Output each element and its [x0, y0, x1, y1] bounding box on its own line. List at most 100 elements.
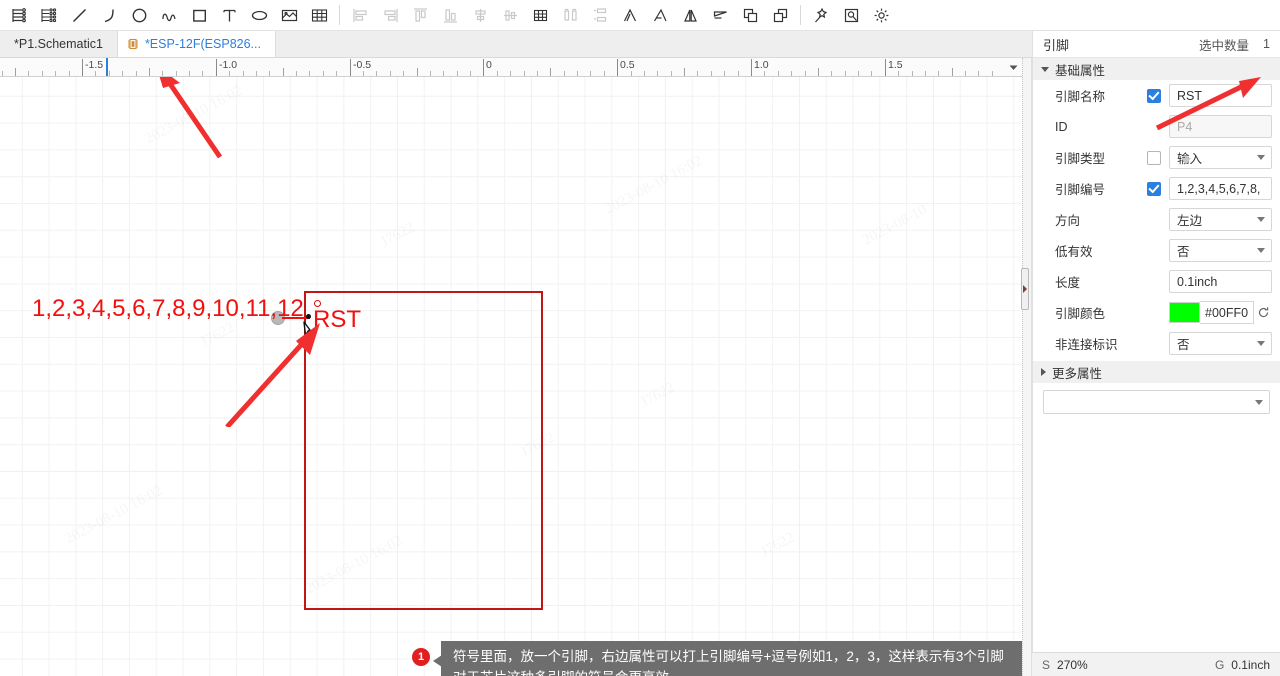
pin-group-icon[interactable] [34, 2, 64, 29]
input-pin-length[interactable]: 0.1inch [1169, 270, 1272, 293]
checkbox-pin-type-visible[interactable] [1147, 150, 1161, 165]
row-pin-id: ID P4 [1033, 111, 1280, 142]
align-center-horizontal-icon[interactable] [465, 2, 495, 29]
selected-count-value: 1 [1263, 37, 1270, 51]
section-basic-properties[interactable]: 基础属性 [1033, 58, 1280, 80]
field-collapse-indicator-icon [1181, 158, 1191, 164]
ruler-minor-tick [95, 71, 96, 76]
select-pin-no-connect[interactable]: 否 [1169, 332, 1272, 355]
checkbox-pin-number-visible[interactable] [1147, 181, 1161, 196]
input-pin-color-hex[interactable]: #00FF0 [1200, 301, 1254, 324]
ruler-minor-tick [818, 68, 819, 76]
align-top-icon[interactable] [405, 2, 435, 29]
input-pin-name[interactable]: RST [1169, 84, 1272, 107]
ruler-minor-tick [657, 71, 658, 76]
inspect-icon[interactable] [836, 2, 866, 29]
ruler-minor-tick [363, 71, 364, 76]
select-more-property[interactable] [1043, 390, 1270, 414]
send-back-icon[interactable] [765, 2, 795, 29]
ruler-minor-tick [524, 71, 525, 76]
rotate-right-icon[interactable] [645, 2, 675, 29]
rotate-left-icon[interactable] [615, 2, 645, 29]
tab-label: *P1.Schematic1 [14, 37, 103, 51]
reset-color-icon[interactable] [1254, 306, 1272, 319]
ruler-minor-tick [109, 71, 110, 76]
ruler-minor-tick [256, 71, 257, 76]
symbol-body-rectangle[interactable] [304, 291, 543, 610]
select-pin-direction[interactable]: 左边 [1169, 208, 1272, 231]
flip-horizontal-icon[interactable] [675, 2, 705, 29]
input-pin-number[interactable]: 1,2,3,4,5,6,7,8, [1169, 177, 1272, 200]
panel-splitter[interactable] [1022, 58, 1032, 676]
schematic-canvas[interactable]: 2023-08-10 16:02 2023-08-10 16:02 J7622 … [0, 77, 1022, 676]
align-left-icon[interactable] [345, 2, 375, 29]
chevron-right-icon [1041, 368, 1046, 376]
magic-wand-icon[interactable] [806, 2, 836, 29]
distribute-horizontal-icon[interactable] [555, 2, 585, 29]
align-right-icon[interactable] [375, 2, 405, 29]
ruler-minor-tick [791, 71, 792, 76]
ruler-minor-tick [604, 71, 605, 76]
bring-front-icon[interactable] [735, 2, 765, 29]
ruler-minor-tick [390, 71, 391, 76]
align-bottom-icon[interactable] [435, 2, 465, 29]
ruler-minor-tick [417, 68, 418, 76]
properties-panel-header: 引脚 选中数量 1 [1033, 31, 1280, 58]
ruler-label: -1.5 [85, 59, 104, 71]
pin-name-label: RST [313, 306, 361, 333]
settings-gear-icon[interactable] [866, 2, 896, 29]
arc-icon[interactable] [94, 2, 124, 29]
label-pin-number: 引脚编号 [1055, 183, 1106, 197]
label-pin-type: 引脚类型 [1055, 152, 1106, 166]
ruler-minor-tick [28, 71, 29, 76]
ruler-minor-tick [898, 71, 899, 76]
polyline-icon[interactable] [154, 2, 184, 29]
ruler-minor-tick [42, 71, 43, 76]
status-bar: S 270% G 0.1inch [1032, 652, 1280, 676]
ruler-minor-tick [176, 71, 177, 76]
ellipse-icon[interactable] [244, 2, 274, 29]
ruler-options-icon[interactable] [1004, 58, 1022, 77]
rectangle-icon[interactable] [184, 2, 214, 29]
row-pin-no-connect: 非连接标识 否 [1033, 328, 1280, 359]
row-pin-color: 引脚颜色 #00FF0 [1033, 297, 1280, 328]
text-icon[interactable] [214, 2, 244, 29]
circle-icon[interactable] [124, 2, 154, 29]
ruler-minor-tick [711, 71, 712, 76]
ruler-minor-tick [283, 68, 284, 76]
ruler-minor-tick [697, 71, 698, 76]
panel-collapse-handle[interactable] [1021, 268, 1029, 310]
ruler-label: 0 [486, 59, 492, 71]
toolbar-separator-2 [800, 5, 801, 25]
chevron-down-icon [1257, 155, 1265, 160]
flip-vertical-icon[interactable] [705, 2, 735, 29]
ruler-minor-tick [550, 68, 551, 76]
ruler-minor-tick [243, 71, 244, 76]
section-more-label: 更多属性 [1052, 366, 1103, 381]
callout-badge: 1 [412, 648, 430, 666]
properties-panel: 引脚 选中数量 1 基础属性 引脚名称 RST ID P4 引脚类型 输入 引脚… [1032, 31, 1280, 676]
checkbox-pin-name-visible[interactable] [1147, 88, 1161, 103]
table-icon[interactable] [304, 2, 334, 29]
image-icon[interactable] [274, 2, 304, 29]
line-icon[interactable] [64, 2, 94, 29]
horizontal-ruler[interactable]: -1.5-1.0-0.500.51.01.52.0 [0, 58, 1022, 77]
checkbox-placeholder [1147, 275, 1161, 289]
status-grid-group: G 0.1inch [1215, 658, 1270, 672]
align-center-vertical-icon[interactable] [495, 2, 525, 29]
ruler-minor-tick [403, 71, 404, 76]
distribute-vertical-icon[interactable] [585, 2, 615, 29]
ruler-cursor-marker [106, 58, 108, 76]
mouse-cursor-icon [303, 321, 319, 341]
multi-pin-icon[interactable] [4, 2, 34, 29]
distribute-grid-icon[interactable] [525, 2, 555, 29]
section-more-properties[interactable]: 更多属性 [1033, 361, 1280, 383]
ruler-minor-tick [122, 71, 123, 76]
ruler-minor-tick [671, 71, 672, 76]
color-swatch-pin[interactable] [1169, 302, 1200, 323]
ruler-minor-tick [2, 71, 3, 76]
tab-p1-schematic1[interactable]: *P1.Schematic1 [0, 31, 118, 57]
tab-esp-12f[interactable]: *ESP-12F(ESP826... [117, 31, 276, 57]
select-pin-active-low[interactable]: 否 [1169, 239, 1272, 262]
chevron-down-icon [1255, 399, 1263, 405]
